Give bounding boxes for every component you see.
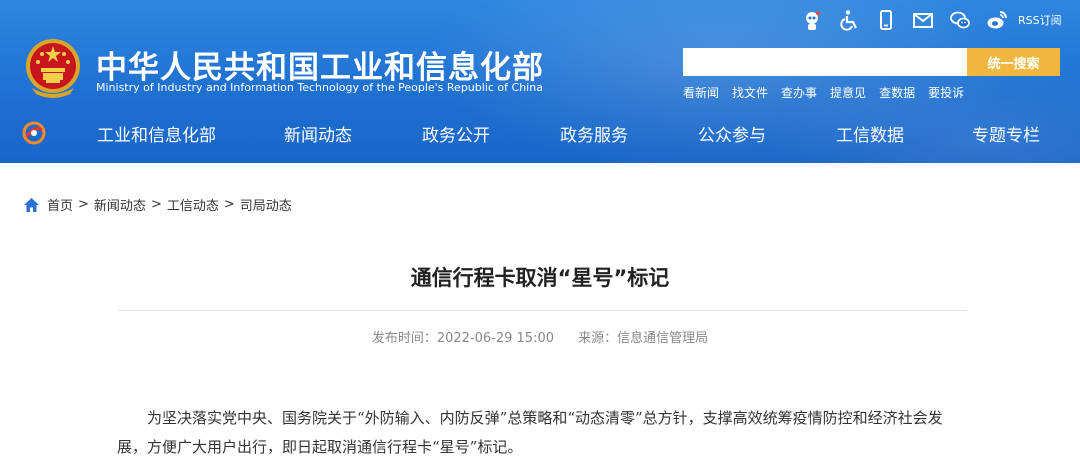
weibo-icon[interactable] [985,8,1009,32]
quick-link-news[interactable]: 看新闻 [683,84,719,101]
main-nav: 工业和信息化部 新闻动态 政务公开 政务服务 公众参与 工信数据 专题专栏 [0,121,1080,151]
robot-icon[interactable] [800,8,824,32]
search-input[interactable] [683,48,967,76]
national-emblem-icon [26,39,80,98]
nav-item-data[interactable]: 工信数据 [836,121,904,146]
quick-link-data[interactable]: 查数据 [879,84,915,101]
quick-links: 看新闻 找文件 查办事 提意见 查数据 要投诉 [683,84,977,101]
breadcrumb-industry-news[interactable]: 工信动态 [167,195,219,214]
search-bar: 统一搜索 [683,48,1060,76]
nav-item-miit[interactable]: 工业和信息化部 [97,121,216,146]
nav-item-participation[interactable]: 公众参与 [698,121,766,146]
quick-link-feedback[interactable]: 提意见 [830,84,866,101]
title-divider [117,310,967,311]
quick-link-files[interactable]: 找文件 [732,84,768,101]
publish-time: 发布时间：2022-06-29 15:00 [371,331,554,346]
article-paragraph: 为坚决落实党中央、国务院关于“外防输入、内防反弹”总策略和“动态清零”总方针，支… [117,409,943,456]
quick-link-services[interactable]: 查办事 [781,84,817,101]
mobile-icon[interactable] [874,8,898,32]
top-tool-icons: RSS订阅 [800,8,1062,32]
breadcrumb-news[interactable]: 新闻动态 [94,195,146,214]
nav-item-gov-affairs[interactable]: 政务公开 [422,121,490,146]
rss-link[interactable]: RSS订阅 [1018,12,1062,28]
breadcrumb-home[interactable]: 首页 [47,195,73,214]
accessibility-icon[interactable] [837,8,861,32]
breadcrumb-bureau-news[interactable]: 司局动态 [240,195,292,214]
breadcrumb-separator: > [150,197,162,212]
article-source: 来源：信息通信管理局 [578,331,709,346]
breadcrumb-separator: > [78,197,89,212]
site-subtitle: Ministry of Industry and Information Tec… [96,81,543,94]
mail-icon[interactable] [911,8,935,32]
breadcrumb: 首页 > 新闻动态 > 工信动态 > 司局动态 [24,195,292,214]
site-header: 中华人民共和国工业和信息化部 Ministry of Industry and … [0,0,1080,163]
wechat-icon[interactable] [948,8,972,32]
nav-item-topics[interactable]: 专题专栏 [972,121,1040,146]
miit-logo-icon[interactable] [22,121,46,145]
breadcrumb-separator: > [223,197,235,212]
search-button[interactable]: 统一搜索 [967,48,1060,76]
article-meta: 发布时间：2022-06-29 15:00 来源：信息通信管理局 [0,327,1080,346]
nav-item-news[interactable]: 新闻动态 [284,121,352,146]
quick-link-complaint[interactable]: 要投诉 [928,84,964,101]
nav-item-services[interactable]: 政务服务 [560,121,628,146]
article-title: 通信行程卡取消“星号”标记 [410,266,670,290]
home-icon [24,197,39,212]
